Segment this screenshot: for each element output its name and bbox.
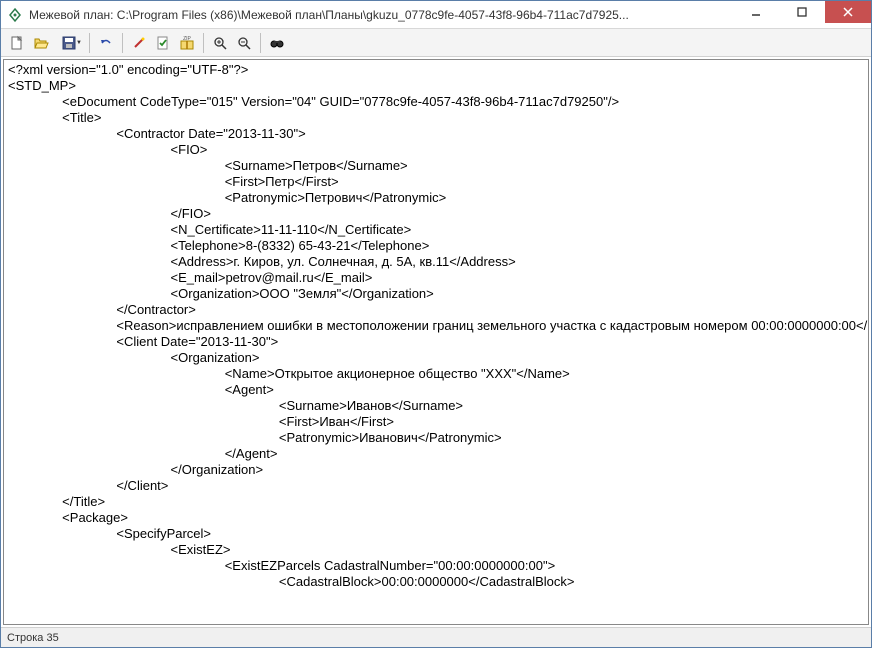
close-button[interactable]	[825, 1, 871, 23]
toolbar-separator	[122, 33, 123, 53]
app-window: Межевой план: C:\Program Files (x86)\Меж…	[0, 0, 872, 648]
chevron-down-icon: ▼	[76, 40, 82, 46]
zoom-in-icon	[212, 35, 228, 51]
open-folder-icon	[33, 35, 49, 51]
wand-button[interactable]	[127, 31, 151, 55]
svg-text:ZIP: ZIP	[183, 36, 191, 42]
toolbar-separator	[203, 33, 204, 53]
check-button[interactable]	[151, 31, 175, 55]
statusbar: Строка 35	[1, 627, 871, 647]
titlebar: Межевой план: C:\Program Files (x86)\Меж…	[1, 1, 871, 29]
new-file-icon	[9, 35, 25, 51]
maximize-icon	[797, 7, 807, 17]
toolbar-separator	[89, 33, 90, 53]
zip-button[interactable]: ZIP	[175, 31, 199, 55]
zoom-out-button[interactable]	[232, 31, 256, 55]
new-button[interactable]	[5, 31, 29, 55]
status-line-label: Строка 35	[7, 632, 59, 644]
close-icon	[843, 7, 853, 17]
save-icon	[61, 35, 77, 51]
window-title: Межевой план: C:\Program Files (x86)\Меж…	[29, 8, 733, 22]
find-button[interactable]	[265, 31, 289, 55]
undo-button[interactable]	[94, 31, 118, 55]
zoom-in-button[interactable]	[208, 31, 232, 55]
open-button[interactable]	[29, 31, 53, 55]
save-button[interactable]: ▼	[53, 31, 85, 55]
zoom-out-icon	[236, 35, 252, 51]
content-frame: <?xml version="1.0" encoding="UTF-8"?> <…	[3, 59, 869, 625]
zip-icon: ZIP	[179, 35, 195, 51]
xml-editor[interactable]: <?xml version="1.0" encoding="UTF-8"?> <…	[4, 60, 868, 624]
minimize-icon	[751, 7, 761, 17]
toolbar: ▼ ZIP	[1, 29, 871, 57]
app-icon	[7, 7, 23, 23]
toolbar-separator	[260, 33, 261, 53]
document-check-icon	[155, 35, 171, 51]
window-controls	[733, 1, 871, 28]
maximize-button[interactable]	[779, 1, 825, 23]
undo-icon	[98, 35, 114, 51]
minimize-button[interactable]	[733, 1, 779, 23]
wand-icon	[131, 35, 147, 51]
binoculars-icon	[269, 35, 285, 51]
